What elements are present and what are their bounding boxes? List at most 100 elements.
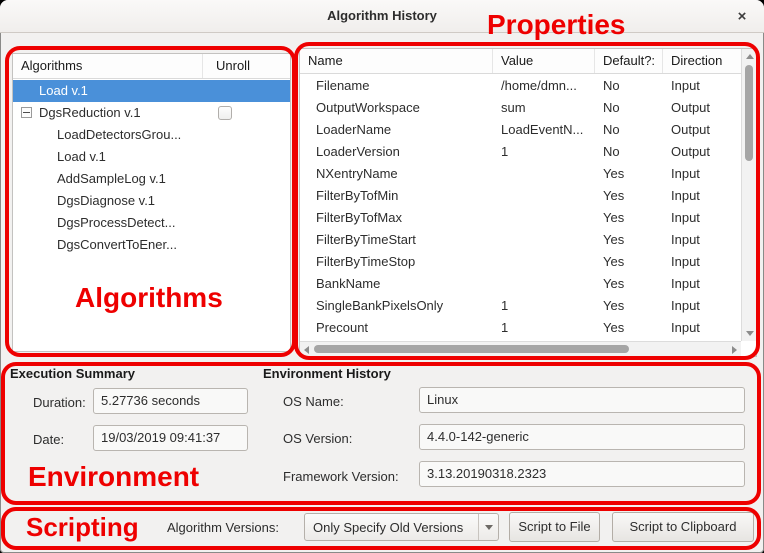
window-title: Algorithm History [0,8,764,23]
property-row[interactable]: OutputWorkspace sum No Output [300,97,741,119]
duration-label: Duration: [33,395,86,410]
property-row[interactable]: LoaderVersion 1 No Output [300,141,741,163]
collapse-expander-icon[interactable] [21,107,32,118]
property-value [493,229,595,251]
algorithm-versions-label: Algorithm Versions: [167,520,279,535]
property-value [493,163,595,185]
algorithm-versions-dropdown[interactable]: Only Specify Old Versions [304,513,499,541]
os-version-label: OS Version: [283,431,352,446]
property-row[interactable]: BankName Yes Input [300,273,741,295]
properties-panel: Name Value Default?: Direction Filename … [299,48,757,357]
algorithm-tree-item[interactable]: DgsDiagnose v.1 [13,190,290,212]
scroll-down-icon[interactable] [746,331,754,336]
algorithm-tree-item[interactable]: DgsConvertToEner... [13,234,290,256]
column-header-unroll[interactable]: Unroll [203,54,290,78]
os-name-field[interactable]: Linux [419,387,745,413]
algorithm-tree: Load v.1 DgsReduction v.1 LoadDetectorsG… [13,80,290,351]
property-default: Yes [595,251,663,273]
property-direction: Output [663,141,741,163]
property-default: No [595,97,663,119]
property-value: /home/dmn... [493,75,595,97]
annotation-environment-label: Environment [28,461,199,493]
properties-header: Name Value Default?: Direction [300,49,756,74]
property-value [493,207,595,229]
property-row[interactable]: FilterByTofMax Yes Input [300,207,741,229]
algorithm-tree-item-label: Load v.1 [57,149,106,164]
property-default: Yes [595,185,663,207]
property-direction: Input [663,273,741,295]
property-default: Yes [595,163,663,185]
titlebar[interactable]: Algorithm History × [0,0,764,33]
property-name: Precount [300,317,493,339]
property-value: LoadEventN... [493,119,595,141]
script-to-file-button[interactable]: Script to File [509,512,600,542]
algorithm-tree-item-label: Load v.1 [39,83,88,98]
column-header-value[interactable]: Value [493,49,595,73]
unroll-checkbox[interactable] [218,106,232,120]
property-default: No [595,119,663,141]
property-default: No [595,75,663,97]
vertical-scroll-thumb[interactable] [745,65,753,161]
property-row[interactable]: FilterByTimeStop Yes Input [300,251,741,273]
property-direction: Input [663,295,741,317]
property-direction: Output [663,97,741,119]
algorithm-tree-item[interactable]: DgsReduction v.1 [13,102,290,124]
property-default: Yes [595,295,663,317]
property-row[interactable]: FilterByTofMin Yes Input [300,185,741,207]
property-row[interactable]: Filename /home/dmn... No Input [300,75,741,97]
date-field[interactable]: 19/03/2019 09:41:37 [93,425,248,451]
algorithm-history-dialog: Algorithm History × Algorithms Unroll Lo… [0,0,764,553]
framework-version-field[interactable]: 3.13.20190318.2323 [419,461,745,487]
property-default: Yes [595,273,663,295]
property-default: Yes [595,229,663,251]
property-direction: Output [663,119,741,141]
property-value: 1 [493,317,595,339]
property-name: NXentryName [300,163,493,185]
os-version-field[interactable]: 4.4.0-142-generic [419,424,745,450]
property-row[interactable]: FilterByTimeStart Yes Input [300,229,741,251]
column-header-default[interactable]: Default?: [595,49,663,73]
duration-field[interactable]: 5.27736 seconds [93,388,248,414]
scroll-up-icon[interactable] [746,54,754,59]
property-name: SingleBankPixelsOnly [300,295,493,317]
script-to-clipboard-button[interactable]: Script to Clipboard [612,512,754,542]
property-row[interactable]: Precount 1 Yes Input [300,317,741,339]
column-header-name[interactable]: Name [300,49,493,73]
property-name: FilterByTimeStart [300,229,493,251]
property-name: LoaderVersion [300,141,493,163]
horizontal-scrollbar[interactable] [300,341,741,356]
algorithm-tree-item[interactable]: Load v.1 [13,146,290,168]
algorithm-tree-item[interactable]: AddSampleLog v.1 [13,168,290,190]
algorithm-tree-item-label: DgsProcessDetect... [57,215,176,230]
algorithm-tree-item-label: DgsConvertToEner... [57,237,177,252]
algorithm-tree-item[interactable]: Load v.1 [13,80,290,102]
property-direction: Input [663,163,741,185]
property-name: FilterByTofMax [300,207,493,229]
scroll-right-icon[interactable] [732,346,737,354]
property-name: Filename [300,75,493,97]
algorithm-tree-item[interactable]: LoadDetectorsGrou... [13,124,290,146]
annotation-scripting-label: Scripting [26,512,139,543]
scroll-left-icon[interactable] [304,346,309,354]
property-direction: Input [663,317,741,339]
algorithms-header: Algorithms Unroll [13,54,290,79]
property-default: No [595,141,663,163]
environment-history-title: Environment History [263,366,391,381]
column-header-algorithms[interactable]: Algorithms [13,54,203,78]
property-value [493,273,595,295]
chevron-down-icon[interactable] [478,514,498,540]
close-icon[interactable]: × [732,7,752,27]
algorithm-tree-item-label: DgsDiagnose v.1 [57,193,155,208]
horizontal-scroll-thumb[interactable] [314,345,629,353]
vertical-scrollbar[interactable] [741,49,756,341]
dropdown-selected-value: Only Specify Old Versions [305,520,478,535]
property-value: sum [493,97,595,119]
property-row[interactable]: LoaderName LoadEventN... No Output [300,119,741,141]
property-row[interactable]: SingleBankPixelsOnly 1 Yes Input [300,295,741,317]
date-label: Date: [33,432,64,447]
algorithm-tree-item-label: LoadDetectorsGrou... [57,127,181,142]
property-direction: Input [663,185,741,207]
algorithm-tree-item[interactable]: DgsProcessDetect... [13,212,290,234]
property-row[interactable]: NXentryName Yes Input [300,163,741,185]
algorithm-tree-item-label: DgsReduction v.1 [39,105,141,120]
